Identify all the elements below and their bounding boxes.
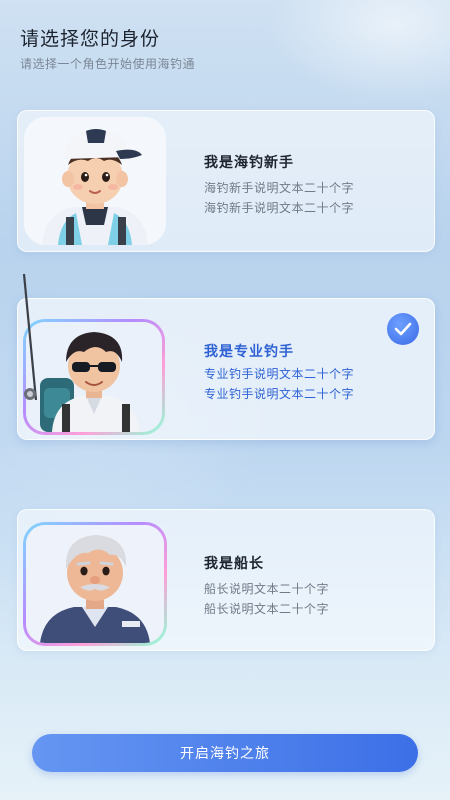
selected-check-icon <box>387 313 419 345</box>
role-desc-line1: 海钓新手说明文本二十个字 <box>204 181 355 195</box>
role-name: 我是专业钓手 <box>204 344 294 360</box>
role-desc-line1: 船长说明文本二十个字 <box>204 582 330 596</box>
role-card-captain[interactable]: 我是船长 船长说明文本二十个字 船长说明文本二十个字 <box>17 509 435 651</box>
page-title: 请选择您的身份 <box>20 28 161 50</box>
role-card-beginner[interactable]: 我是海钓新手 海钓新手说明文本二十个字 海钓新手说明文本二十个字 <box>17 110 435 252</box>
role-name: 我是船长 <box>204 556 264 572</box>
role-desc-line1: 专业钓手说明文本二十个字 <box>204 367 355 381</box>
start-journey-button[interactable]: 开启海钓之旅 <box>32 734 418 772</box>
role-desc-line2: 海钓新手说明文本二十个字 <box>204 201 355 215</box>
role-card-pro-angler[interactable]: 我是专业钓手 专业钓手说明文本二十个字 专业钓手说明文本二十个字 <box>17 298 435 440</box>
role-desc-line2: 专业钓手说明文本二十个字 <box>204 387 355 401</box>
page-subtitle: 请选择一个角色开始使用海钓通 <box>20 57 196 71</box>
captain-avatar <box>23 522 167 646</box>
role-name: 我是海钓新手 <box>204 155 294 171</box>
beginner-avatar <box>24 117 166 245</box>
role-desc-line2: 船长说明文本二十个字 <box>204 602 330 616</box>
fishing-rod-icon <box>16 272 46 416</box>
